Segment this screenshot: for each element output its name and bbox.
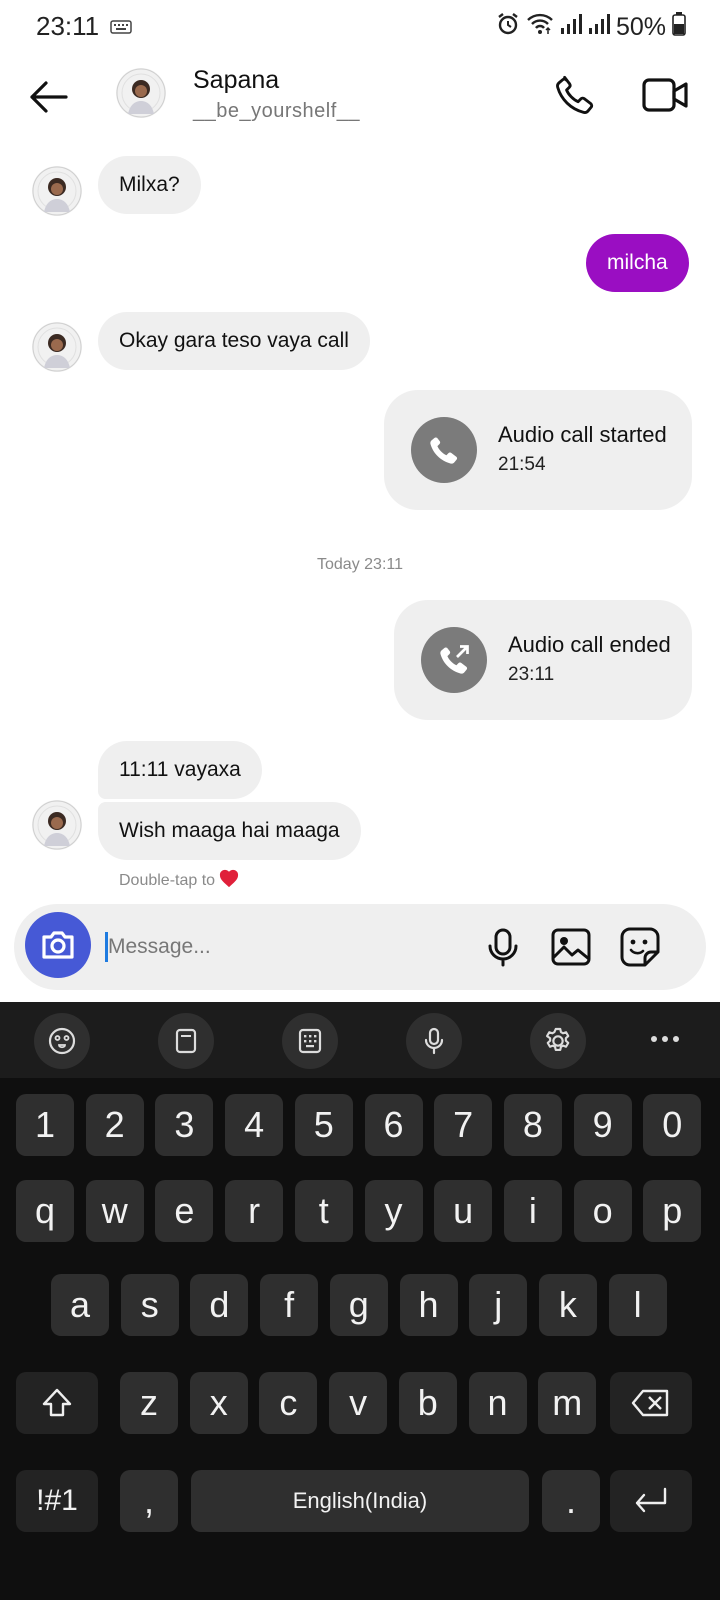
enter-key[interactable] [610,1470,692,1532]
wifi-icon [526,12,554,43]
letter-key-l[interactable]: l [608,1274,667,1336]
backspace-key[interactable] [610,1372,692,1434]
letter-key-p[interactable]: p [643,1180,702,1242]
settings-gear-icon[interactable] [530,1013,586,1069]
on-screen-keyboard: 1234567890 qwertyuiop asdfghjkl zxcvbnm !#1… [0,1002,720,1600]
number-key-3[interactable]: 3 [155,1094,214,1156]
symbols-key[interactable]: !#1 [16,1470,98,1532]
battery-text: 50% [615,13,666,41]
keyboard-toolbar [0,1002,720,1078]
period-key[interactable]: . [542,1470,600,1532]
signal-icon [560,13,582,42]
letter-key-f[interactable]: f [260,1274,319,1336]
microphone-icon[interactable] [480,924,526,970]
avatar[interactable] [32,166,82,216]
letter-key-e[interactable]: e [155,1180,214,1242]
call-started-card[interactable]: Audio call started 21:54 [384,390,692,510]
message-composer [14,904,706,990]
space-key[interactable]: English(India) [191,1470,529,1532]
back-arrow-icon[interactable] [26,74,72,120]
letter-key-j[interactable]: j [469,1274,528,1336]
outgoing-message[interactable]: milcha [586,234,689,292]
number-key-7[interactable]: 7 [434,1094,493,1156]
incoming-message[interactable]: Milxa? [98,156,201,214]
letter-key-g[interactable]: g [329,1274,388,1336]
letter-key-s[interactable]: s [120,1274,179,1336]
sticker-icon[interactable] [617,924,663,970]
letter-key-q[interactable]: q [16,1180,74,1242]
emoji-icon[interactable] [34,1013,90,1069]
keyboard-icon [110,20,132,39]
call-title: Audio call ended [508,632,671,657]
signal-icon [588,13,610,42]
letter-key-b[interactable]: b [398,1372,457,1434]
call-time: 23:11 [508,664,555,685]
letter-key-i[interactable]: i [503,1180,562,1242]
call-title: Audio call started [498,422,667,447]
status-bar: 23:11 50% [0,0,720,56]
number-key-1[interactable]: 1 [16,1094,74,1156]
alarm-icon [496,12,520,43]
letter-key-d[interactable]: d [190,1274,249,1336]
letter-key-n[interactable]: n [468,1372,527,1434]
incoming-message[interactable]: 11:11 vayaxa [98,741,262,799]
outgoing-call-icon [421,627,487,693]
letter-key-m[interactable]: m [538,1372,597,1434]
comma-key[interactable]: , [120,1470,178,1532]
letter-key-w[interactable]: w [85,1180,144,1242]
letter-key-t[interactable]: t [294,1180,353,1242]
phone-icon [411,417,477,483]
call-ended-card[interactable]: Audio call ended 23:11 [394,600,692,720]
hint-text: Double-tap to [119,871,216,889]
video-camera-icon[interactable] [640,72,690,118]
letter-key-k[interactable]: k [538,1274,597,1336]
letter-key-r[interactable]: r [225,1180,284,1242]
heart-icon [218,868,240,893]
camera-icon[interactable] [25,912,91,978]
letter-key-x[interactable]: x [189,1372,248,1434]
number-key-4[interactable]: 4 [225,1094,284,1156]
gallery-icon[interactable] [548,924,594,970]
more-options-icon[interactable] [645,1024,685,1054]
avatar[interactable] [32,322,82,372]
letter-key-z[interactable]: z [120,1372,178,1434]
status-time: 23:11 [36,11,100,41]
avatar[interactable] [116,68,166,118]
message-input[interactable] [108,928,478,966]
clipboard-icon[interactable] [158,1013,214,1069]
letter-key-u[interactable]: u [434,1180,493,1242]
phone-icon[interactable] [552,72,598,118]
shift-key[interactable] [16,1372,98,1434]
double-tap-hint: Double-tap to [119,868,240,893]
contact-name[interactable]: Sapana [193,66,279,95]
contact-username[interactable]: __be_yourshelf__ [193,100,360,123]
incoming-message[interactable]: Okay gara teso vaya call [98,312,370,370]
number-key-2[interactable]: 2 [85,1094,144,1156]
battery-icon [672,12,686,43]
number-key-8[interactable]: 8 [503,1094,562,1156]
number-key-5[interactable]: 5 [294,1094,353,1156]
avatar[interactable] [32,800,82,850]
voice-input-icon[interactable] [406,1013,462,1069]
number-key-0[interactable]: 0 [643,1094,702,1156]
letter-key-c[interactable]: c [259,1372,318,1434]
incoming-message[interactable]: Wish maaga hai maaga [98,802,361,860]
keypad-icon[interactable] [282,1013,338,1069]
letter-key-a[interactable]: a [51,1274,109,1336]
letter-key-o[interactable]: o [573,1180,632,1242]
letter-key-v[interactable]: v [329,1372,388,1434]
letter-key-y[interactable]: y [364,1180,423,1242]
letter-key-h[interactable]: h [399,1274,458,1336]
chat-header: Sapana __be_yourshelf__ [0,56,720,156]
date-divider: Today 23:11 [317,556,403,573]
number-key-6[interactable]: 6 [364,1094,423,1156]
call-time: 21:54 [498,454,546,475]
number-key-9[interactable]: 9 [573,1094,632,1156]
